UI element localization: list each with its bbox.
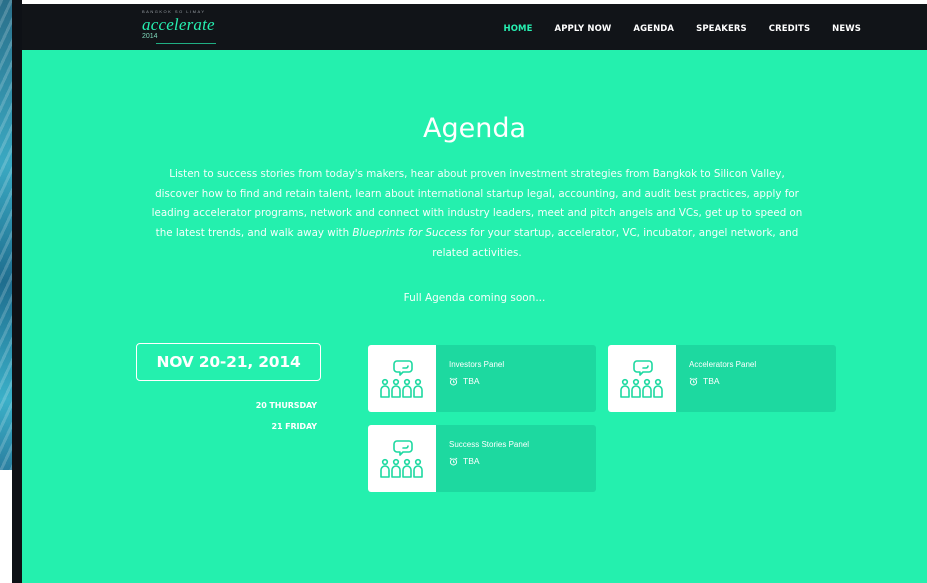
main-nav: HOME APPLY NOW AGENDA SPEAKERS CREDITS N…: [482, 24, 861, 34]
page-title: Agenda: [422, 113, 527, 144]
session-title: Success Stories Panel: [449, 440, 530, 449]
site-logo[interactable]: BANGKOK SO LIMAY accelerate 2014: [142, 9, 216, 44]
agenda-intro: Listen to success stories from today's m…: [150, 165, 804, 264]
session-time-value: TBA: [463, 456, 480, 466]
logo-wordmark: accelerate: [142, 15, 215, 34]
session-thumb: [608, 345, 676, 412]
logo-tagline: BANGKOK SO LIMAY: [142, 9, 206, 14]
intro-emphasis: Blueprints for Success: [352, 227, 467, 240]
session-card-investors[interactable]: Investors Panel TBA: [368, 345, 596, 412]
session-time: TBA: [449, 376, 480, 386]
agenda-page: BANGKOK SO LIMAY accelerate 2014 HOME AP…: [22, 0, 927, 583]
logo-underline: [156, 43, 216, 44]
session-card-accelerators[interactable]: Accelerators Panel TBA: [608, 345, 836, 412]
session-title: Accelerators Panel: [689, 360, 757, 369]
background-white-edge: [0, 470, 12, 583]
session-time-value: TBA: [463, 376, 480, 386]
nav-home[interactable]: HOME: [504, 24, 533, 34]
background-photo-edge: [0, 0, 12, 470]
nav-news[interactable]: NEWS: [832, 24, 861, 34]
day-tab-friday[interactable]: 21 FRIDAY: [272, 422, 318, 431]
nav-credits[interactable]: CREDITS: [769, 24, 810, 34]
window-edge-strip: [12, 0, 22, 583]
session-time: TBA: [689, 376, 720, 386]
nav-apply-now[interactable]: APPLY NOW: [555, 24, 612, 34]
session-time-value: TBA: [703, 376, 720, 386]
session-title: Investors Panel: [449, 360, 505, 369]
coming-soon-note: Full Agenda coming soon...: [403, 292, 546, 304]
day-tab-thursday[interactable]: 20 THURSDAY: [256, 401, 317, 410]
panel-audience-icon: [380, 359, 423, 398]
event-date-box: NOV 20-21, 2014: [136, 343, 321, 381]
panel-audience-icon: [620, 359, 663, 398]
nav-agenda[interactable]: AGENDA: [633, 24, 674, 34]
nav-speakers[interactable]: SPEAKERS: [696, 24, 747, 34]
intro-text-2: for your startup, accelerator, VC, incub…: [432, 227, 799, 259]
session-thumb: [368, 425, 436, 492]
session-thumb: [368, 345, 436, 412]
alarm-clock-icon: [449, 457, 458, 466]
panel-audience-icon: [380, 439, 423, 478]
top-navbar: BANGKOK SO LIMAY accelerate 2014 HOME AP…: [22, 0, 927, 50]
alarm-clock-icon: [689, 377, 698, 386]
session-time: TBA: [449, 456, 480, 466]
alarm-clock-icon: [449, 377, 458, 386]
session-card-success-stories[interactable]: Success Stories Panel TBA: [368, 425, 596, 492]
